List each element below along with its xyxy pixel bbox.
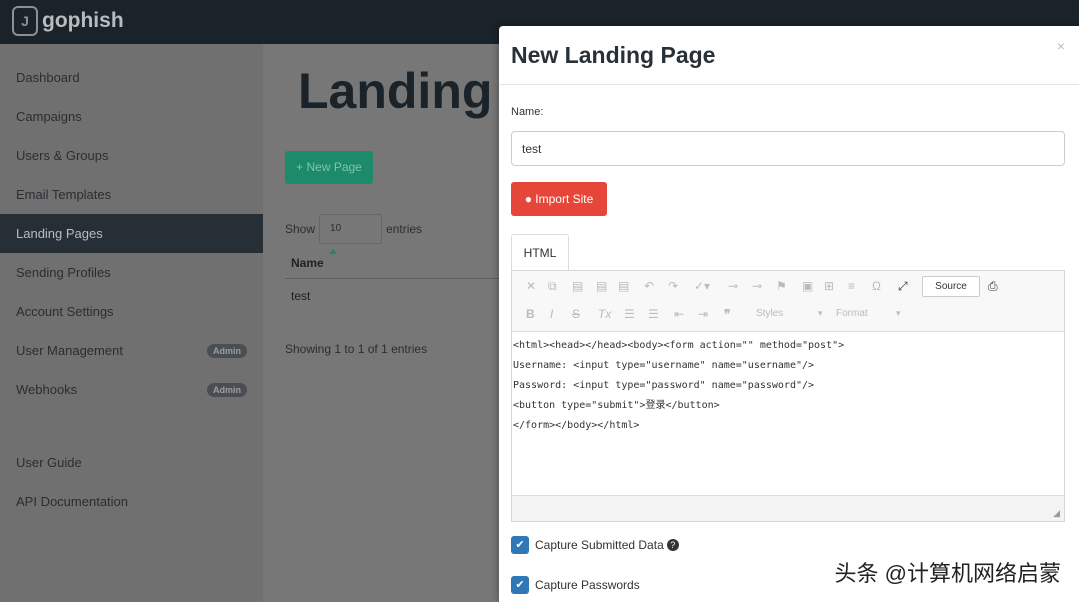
code-line: </form></body></html>: [513, 420, 640, 431]
link-icon[interactable]: ⊸: [728, 279, 738, 293]
capture-submitted-data-label: Capture Submitted Data: [535, 538, 664, 552]
table-info: Showing 1 to 1 of 1 entries: [285, 342, 428, 356]
spellcheck-icon[interactable]: ✓▾: [694, 279, 710, 293]
modal-header-divider: [499, 84, 1079, 85]
import-site-label: Import Site: [535, 192, 594, 206]
resize-handle-icon[interactable]: ◢: [1053, 508, 1060, 519]
blockquote-icon[interactable]: ❞: [724, 307, 730, 321]
header-divider: [285, 278, 505, 279]
globe-icon: ●: [524, 192, 536, 206]
chevron-down-icon[interactable]: ▾: [896, 308, 901, 319]
entries-label: entries: [386, 222, 423, 236]
strikethrough-icon[interactable]: S: [572, 307, 580, 321]
horizontal-line-icon[interactable]: ≡: [848, 279, 855, 293]
outdent-icon[interactable]: ⇤: [674, 307, 684, 321]
sidebar-item-email-templates[interactable]: Email Templates: [0, 175, 263, 214]
special-char-omega-icon[interactable]: Ω: [872, 279, 881, 293]
help-icon[interactable]: ?: [666, 539, 679, 551]
sidebar-item-api-documentation[interactable]: API Documentation: [0, 482, 263, 521]
sidebar-item-user-guide[interactable]: User Guide: [0, 443, 263, 482]
code-area[interactable]: <html><head></head><body><form action=""…: [512, 332, 1064, 440]
unlink-icon[interactable]: ⊸: [752, 279, 762, 293]
editor-resize-bar[interactable]: ◢: [512, 495, 1064, 521]
image-icon[interactable]: ▣: [802, 279, 813, 293]
entries-select[interactable]: 10: [319, 214, 383, 244]
sidebar-item-campaigns[interactable]: Campaigns: [0, 97, 263, 136]
code-line: <html><head></head><body><form action=""…: [513, 340, 845, 351]
capture-submitted-data-checkbox[interactable]: ✔ Capture Submitted Data?: [511, 536, 679, 554]
column-header-name[interactable]: Name: [291, 256, 324, 270]
brand-name: gophish: [42, 9, 124, 32]
paste-text-icon[interactable]: ▤: [596, 279, 607, 293]
check-icon: ✔: [511, 536, 529, 554]
paste-word-icon[interactable]: ▤: [618, 279, 629, 293]
sidebar-item-user-management[interactable]: User Management Admin: [0, 331, 263, 370]
html-editor[interactable]: ✕ ⧉ ▤ ▤ ▤ ↶ ↷ ✓▾ ⊸ ⊸ ⚑ ▣ ⊞ ≡ Ω ⤢ Source …: [511, 270, 1065, 522]
sidebar-item-sending-profiles[interactable]: Sending Profiles: [0, 253, 263, 292]
preview-icon[interactable]: ⎙: [988, 279, 998, 294]
sidebar-item-webhooks[interactable]: Webhooks Admin: [0, 370, 263, 409]
new-page-button[interactable]: + New Page: [285, 151, 373, 184]
name-label: Name:: [511, 106, 544, 118]
name-input[interactable]: test: [511, 131, 1065, 166]
paste-icon[interactable]: ▤: [572, 279, 583, 293]
bulleted-list-icon[interactable]: ☰: [648, 307, 659, 321]
capture-passwords-label: Capture Passwords: [535, 578, 640, 592]
copy-icon[interactable]: ⧉: [548, 279, 557, 294]
sidebar-item-account-settings[interactable]: Account Settings: [0, 292, 263, 331]
indent-icon[interactable]: ⇥: [698, 307, 708, 321]
chevron-down-icon[interactable]: ▾: [818, 308, 823, 319]
remove-format-icon[interactable]: Tx: [598, 307, 611, 321]
sidebar-item-dashboard[interactable]: Dashboard: [0, 58, 263, 97]
sidebar: Dashboard Campaigns Users & Groups Email…: [0, 44, 263, 602]
bold-icon[interactable]: B: [526, 307, 535, 321]
sidebar-item-landing-pages[interactable]: Landing Pages: [0, 214, 263, 253]
new-landing-page-modal: New Landing Page × Name: test ● Import S…: [499, 26, 1079, 602]
anchor-flag-icon[interactable]: ⚑: [776, 279, 787, 293]
redo-icon[interactable]: ↷: [668, 279, 678, 293]
watermark: 头条 @计算机网络启蒙: [834, 561, 1061, 586]
admin-badge: Admin: [207, 383, 247, 397]
show-label: Show: [285, 222, 316, 236]
check-icon: ✔: [511, 576, 529, 594]
admin-badge: Admin: [207, 344, 247, 358]
maximize-icon[interactable]: ⤢: [898, 279, 908, 294]
cut-icon[interactable]: ✕: [526, 279, 536, 293]
format-dropdown[interactable]: Format: [836, 308, 868, 319]
modal-title: New Landing Page: [511, 42, 716, 68]
logo[interactable]: Jgophish: [12, 6, 124, 36]
numbered-list-icon[interactable]: ☰: [624, 307, 635, 321]
table-icon[interactable]: ⊞: [824, 279, 834, 293]
code-line: <button type="submit">登录</button>: [513, 400, 720, 411]
close-icon[interactable]: ×: [1057, 38, 1065, 54]
sort-ascending-icon[interactable]: [329, 249, 337, 254]
sidebar-item-label: Webhooks: [16, 382, 78, 397]
code-line: Password: <input type="password" name="p…: [513, 380, 815, 391]
entries-length-control: Show 10 entries: [285, 214, 422, 244]
undo-icon[interactable]: ↶: [644, 279, 654, 293]
editor-toolbar: ✕ ⧉ ▤ ▤ ▤ ↶ ↷ ✓▾ ⊸ ⊸ ⚑ ▣ ⊞ ≡ Ω ⤢ Source …: [512, 271, 1064, 332]
hook-logo-icon: J: [12, 6, 38, 36]
tab-html[interactable]: HTML: [511, 234, 569, 271]
source-button[interactable]: Source: [922, 276, 980, 297]
styles-dropdown[interactable]: Styles: [756, 308, 783, 319]
capture-passwords-checkbox[interactable]: ✔ Capture Passwords: [511, 576, 640, 594]
import-site-button[interactable]: ● Import Site: [511, 182, 607, 216]
code-line: Username: <input type="username" name="u…: [513, 360, 815, 371]
italic-icon[interactable]: I: [550, 307, 553, 321]
sidebar-item-users-groups[interactable]: Users & Groups: [0, 136, 263, 175]
sidebar-item-label: User Management: [16, 343, 123, 358]
table-row[interactable]: test: [291, 289, 310, 303]
